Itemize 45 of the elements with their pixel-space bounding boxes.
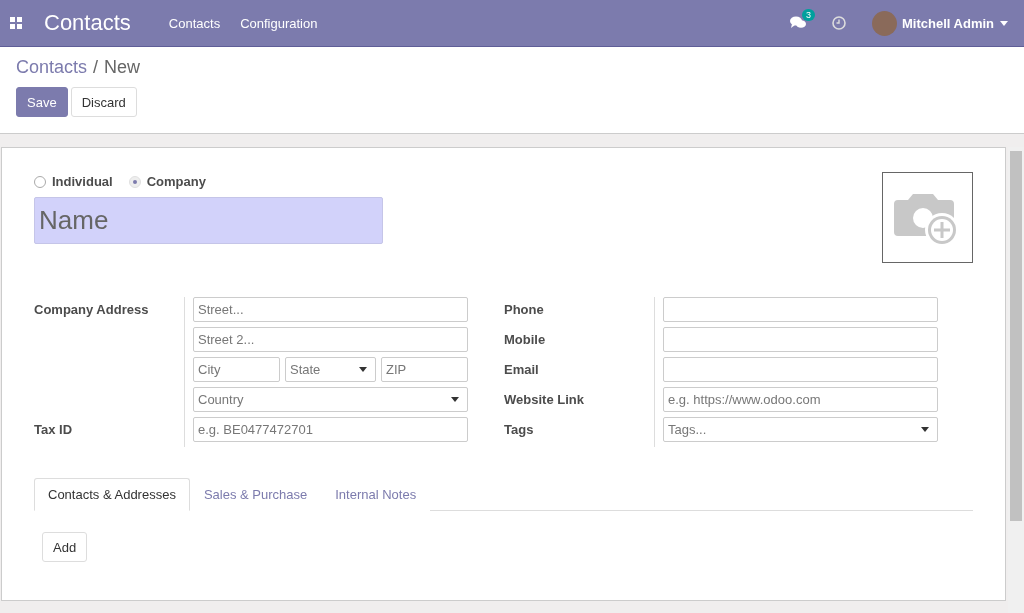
input-field[interactable] bbox=[663, 297, 938, 322]
input-field[interactable]: e.g. https://www.odoo.com bbox=[663, 387, 938, 412]
radio-circle[interactable] bbox=[34, 175, 46, 188]
scrollbar-thumb[interactable] bbox=[1010, 151, 1022, 521]
input-field[interactable]: e.g. BE0477472701 bbox=[193, 417, 468, 442]
select-field[interactable]: State bbox=[285, 357, 376, 382]
caret-icon bbox=[921, 427, 929, 432]
radio-option[interactable]: Company bbox=[128, 174, 206, 189]
apps-menu-icon[interactable] bbox=[10, 17, 22, 29]
caret-icon bbox=[1000, 20, 1008, 26]
radio-option[interactable]: Individual bbox=[34, 174, 113, 189]
breadcrumb-separator: / bbox=[93, 57, 99, 78]
save-button[interactable]: Save bbox=[16, 87, 68, 117]
field-label: Website Link bbox=[504, 391, 585, 409]
avatar[interactable] bbox=[872, 10, 898, 36]
caret-icon bbox=[451, 397, 459, 402]
add-button[interactable]: Add bbox=[42, 532, 88, 562]
input-field[interactable]: ZIP bbox=[381, 357, 468, 382]
chat-icon[interactable] bbox=[790, 16, 807, 30]
menu-item[interactable]: Configuration bbox=[240, 15, 318, 31]
input-field[interactable]: City bbox=[193, 357, 280, 382]
select-field[interactable]: Tags... bbox=[663, 417, 938, 442]
input-field[interactable]: Street... bbox=[193, 297, 468, 322]
app-title: Contacts bbox=[44, 10, 131, 36]
message-count-badge: 3 bbox=[802, 9, 816, 21]
select-field[interactable]: Country bbox=[193, 387, 468, 412]
input-field[interactable] bbox=[663, 357, 938, 382]
field-label: Tags bbox=[504, 421, 535, 439]
field-label: Email bbox=[504, 361, 540, 379]
clock-icon[interactable] bbox=[832, 16, 847, 30]
name-field[interactable]: Name bbox=[34, 197, 383, 244]
discard-button[interactable]: Discard bbox=[70, 87, 137, 117]
field-label: Mobile bbox=[504, 331, 547, 349]
field-label: Phone bbox=[504, 301, 545, 319]
menu-item[interactable]: Contacts bbox=[168, 15, 221, 31]
input-field[interactable] bbox=[663, 327, 938, 352]
field-label: Tax ID bbox=[34, 421, 74, 439]
image-upload[interactable] bbox=[882, 172, 973, 263]
breadcrumb-link[interactable]: Contacts bbox=[16, 57, 88, 78]
notebook-tab[interactable]: Contacts & Addresses bbox=[34, 478, 190, 511]
field-label: Company Address bbox=[34, 301, 150, 319]
breadcrumb-current: New bbox=[104, 57, 141, 78]
input-field[interactable]: Street 2... bbox=[193, 327, 468, 352]
caret-icon bbox=[359, 367, 367, 372]
user-menu[interactable]: Mitchell Admin bbox=[902, 15, 1008, 31]
